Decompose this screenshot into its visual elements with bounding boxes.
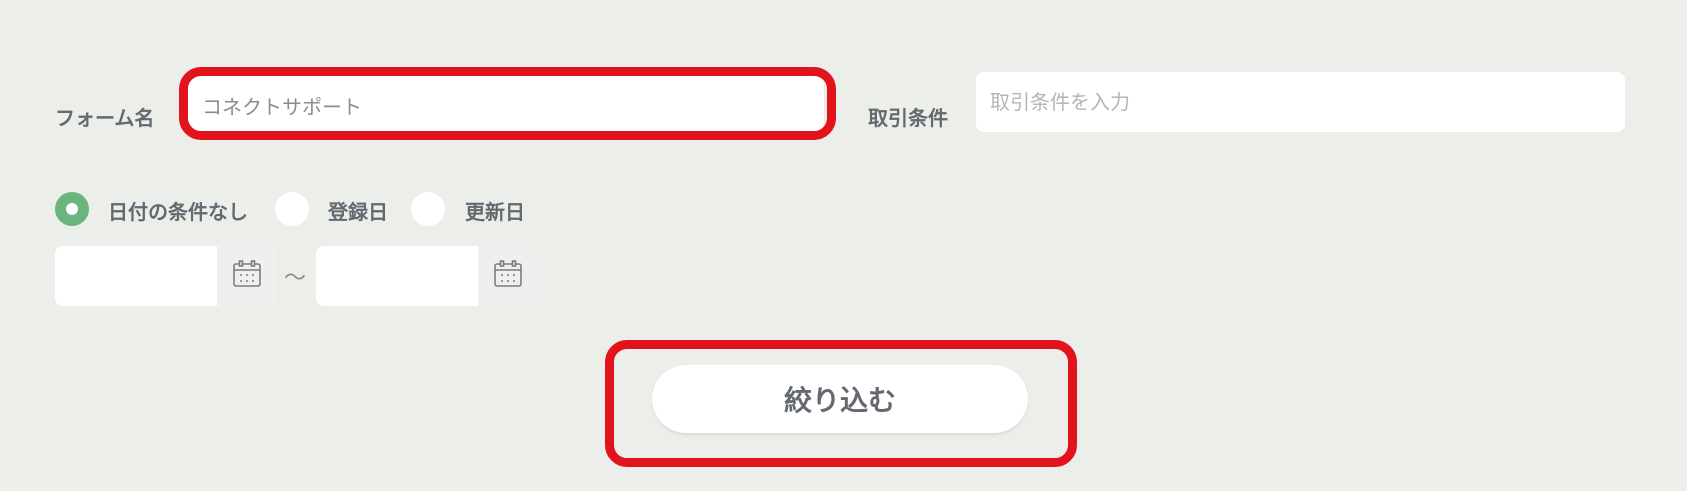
- radio-registered-date-label[interactable]: 登録日: [328, 196, 388, 225]
- radio-registered-date[interactable]: [275, 192, 309, 226]
- date-range-separator: ～: [284, 266, 307, 291]
- date-from-calendar-button[interactable]: [217, 246, 277, 306]
- calendar-icon: [232, 259, 262, 293]
- form-name-input[interactable]: [188, 76, 824, 134]
- filter-submit-button[interactable]: 絞り込む: [652, 365, 1028, 433]
- date-to-calendar-button[interactable]: [478, 246, 538, 306]
- radio-no-date-condition[interactable]: [55, 192, 89, 226]
- trade-terms-input[interactable]: [976, 72, 1625, 132]
- radio-no-date-condition-label[interactable]: 日付の条件なし: [108, 196, 248, 225]
- form-name-label: フォーム名: [55, 106, 155, 130]
- date-to-group: [316, 246, 538, 306]
- calendar-icon: [493, 259, 523, 293]
- radio-updated-date-label[interactable]: 更新日: [465, 196, 525, 225]
- date-from-input[interactable]: [55, 246, 217, 306]
- radio-updated-date[interactable]: [411, 192, 445, 226]
- date-to-input[interactable]: [316, 246, 478, 306]
- trade-terms-label: 取引条件: [868, 106, 948, 130]
- date-from-group: [55, 246, 277, 306]
